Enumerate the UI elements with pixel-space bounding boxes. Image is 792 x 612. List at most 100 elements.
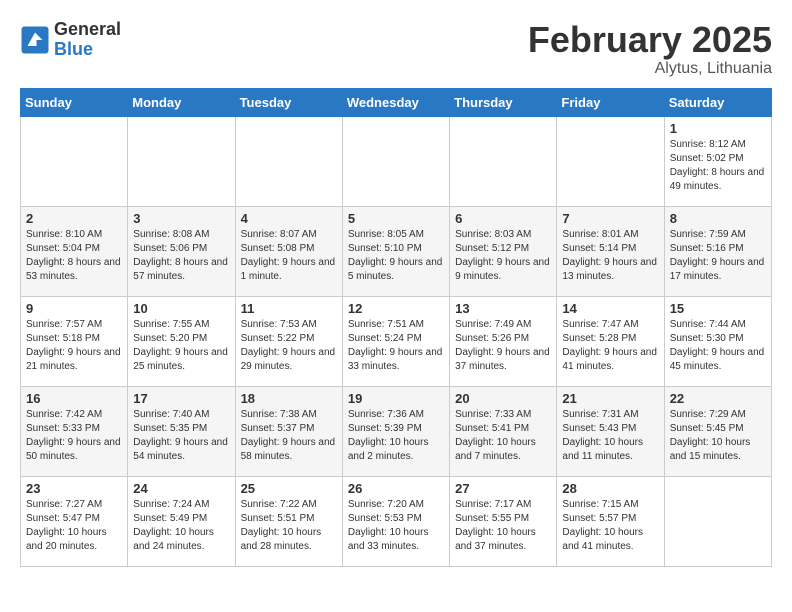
day-info: Sunrise: 8:03 AM Sunset: 5:12 PM Dayligh… <box>455 228 551 284</box>
day-number: 2 <box>26 211 122 226</box>
day-number: 20 <box>455 391 551 406</box>
day-number: 10 <box>133 301 229 316</box>
day-number: 18 <box>241 391 337 406</box>
header-friday: Friday <box>557 88 664 116</box>
day-info: Sunrise: 7:31 AM Sunset: 5:43 PM Dayligh… <box>562 408 658 464</box>
day-info: Sunrise: 7:57 AM Sunset: 5:18 PM Dayligh… <box>26 318 122 374</box>
day-number: 27 <box>455 481 551 496</box>
header-sunday: Sunday <box>21 88 128 116</box>
day-number: 21 <box>562 391 658 406</box>
table-row: 2 Sunrise: 8:10 AM Sunset: 5:04 PM Daylig… <box>21 206 128 296</box>
table-row: 12 Sunrise: 7:51 AM Sunset: 5:24 PM Dayli… <box>342 296 449 386</box>
logo-blue: Blue <box>54 40 121 60</box>
day-number: 24 <box>133 481 229 496</box>
logo: General Blue <box>20 20 121 60</box>
table-row: 13 Sunrise: 7:49 AM Sunset: 5:26 PM Dayli… <box>450 296 557 386</box>
day-number: 26 <box>348 481 444 496</box>
day-number: 5 <box>348 211 444 226</box>
table-row: 6 Sunrise: 8:03 AM Sunset: 5:12 PM Daylig… <box>450 206 557 296</box>
table-row: 7 Sunrise: 8:01 AM Sunset: 5:14 PM Daylig… <box>557 206 664 296</box>
day-info: Sunrise: 7:40 AM Sunset: 5:35 PM Dayligh… <box>133 408 229 464</box>
table-row: 14Sunrise: 7:47 AM Sunset: 5:28 PM Dayli… <box>557 296 664 386</box>
day-number: 9 <box>26 301 122 316</box>
calendar-header: Sunday Monday Tuesday Wednesday Thursday… <box>21 88 772 116</box>
table-row: 8 Sunrise: 7:59 AM Sunset: 5:16 PM Daylig… <box>664 206 771 296</box>
table-row: 16 Sunrise: 7:42 AM Sunset: 5:33 PM Dayli… <box>21 386 128 476</box>
day-info: Sunrise: 8:10 AM Sunset: 5:04 PM Dayligh… <box>26 228 122 284</box>
day-info: Sunrise: 7:51 AM Sunset: 5:24 PM Dayligh… <box>348 318 444 374</box>
table-row: 9 Sunrise: 7:57 AM Sunset: 5:18 PM Daylig… <box>21 296 128 386</box>
day-info: Sunrise: 7:47 AM Sunset: 5:28 PM Dayligh… <box>562 318 658 374</box>
table-row <box>235 116 342 206</box>
header-row: Sunday Monday Tuesday Wednesday Thursday… <box>21 88 772 116</box>
location: Alytus, Lithuania <box>528 60 772 78</box>
day-info: Sunrise: 7:17 AM Sunset: 5:55 PM Dayligh… <box>455 498 551 554</box>
table-row: 17 Sunrise: 7:40 AM Sunset: 5:35 PM Dayli… <box>128 386 235 476</box>
header-tuesday: Tuesday <box>235 88 342 116</box>
day-number: 28 <box>562 481 658 496</box>
day-info: Sunrise: 7:44 AM Sunset: 5:30 PM Dayligh… <box>670 318 766 374</box>
logo-general: General <box>54 20 121 40</box>
table-row <box>21 116 128 206</box>
day-info: Sunrise: 7:29 AM Sunset: 5:45 PM Dayligh… <box>670 408 766 464</box>
day-number: 12 <box>348 301 444 316</box>
day-info: Sunrise: 7:15 AM Sunset: 5:57 PM Dayligh… <box>562 498 658 554</box>
day-number: 22 <box>670 391 766 406</box>
header-monday: Monday <box>128 88 235 116</box>
day-info: Sunrise: 7:55 AM Sunset: 5:20 PM Dayligh… <box>133 318 229 374</box>
day-number: 16 <box>26 391 122 406</box>
day-info: Sunrise: 7:53 AM Sunset: 5:22 PM Dayligh… <box>241 318 337 374</box>
day-info: Sunrise: 7:49 AM Sunset: 5:26 PM Dayligh… <box>455 318 551 374</box>
day-number: 1 <box>670 121 766 136</box>
month-title: February 2025 <box>528 20 772 60</box>
day-info: Sunrise: 7:59 AM Sunset: 5:16 PM Dayligh… <box>670 228 766 284</box>
day-info: Sunrise: 8:08 AM Sunset: 5:06 PM Dayligh… <box>133 228 229 284</box>
day-info: Sunrise: 7:20 AM Sunset: 5:53 PM Dayligh… <box>348 498 444 554</box>
header-thursday: Thursday <box>450 88 557 116</box>
day-number: 25 <box>241 481 337 496</box>
table-row: 28 Sunrise: 7:15 AM Sunset: 5:57 PM Dayli… <box>557 476 664 566</box>
table-row: 1Sunrise: 8:12 AM Sunset: 5:02 PM Daylig… <box>664 116 771 206</box>
day-info: Sunrise: 8:01 AM Sunset: 5:14 PM Dayligh… <box>562 228 658 284</box>
day-number: 23 <box>26 481 122 496</box>
table-row: 5 Sunrise: 8:05 AM Sunset: 5:10 PM Daylig… <box>342 206 449 296</box>
day-number: 11 <box>241 301 337 316</box>
calendar-table: Sunday Monday Tuesday Wednesday Thursday… <box>20 88 772 567</box>
table-row: 23 Sunrise: 7:27 AM Sunset: 5:47 PM Dayli… <box>21 476 128 566</box>
table-row <box>450 116 557 206</box>
day-info: Sunrise: 8:07 AM Sunset: 5:08 PM Dayligh… <box>241 228 337 284</box>
logo-text: General Blue <box>54 20 121 60</box>
page-header: General Blue February 2025 Alytus, Lithu… <box>20 20 772 78</box>
title-block: February 2025 Alytus, Lithuania <box>528 20 772 78</box>
table-row: 24 Sunrise: 7:24 AM Sunset: 5:49 PM Dayli… <box>128 476 235 566</box>
day-number: 19 <box>348 391 444 406</box>
table-row: 20 Sunrise: 7:33 AM Sunset: 5:41 PM Dayli… <box>450 386 557 476</box>
day-number: 3 <box>133 211 229 226</box>
logo-icon <box>20 25 50 55</box>
table-row: 11 Sunrise: 7:53 AM Sunset: 5:22 PM Dayli… <box>235 296 342 386</box>
table-row: 27 Sunrise: 7:17 AM Sunset: 5:55 PM Dayli… <box>450 476 557 566</box>
header-saturday: Saturday <box>664 88 771 116</box>
day-info: Sunrise: 8:05 AM Sunset: 5:10 PM Dayligh… <box>348 228 444 284</box>
day-info: Sunrise: 7:36 AM Sunset: 5:39 PM Dayligh… <box>348 408 444 464</box>
table-row: 15 Sunrise: 7:44 AM Sunset: 5:30 PM Dayli… <box>664 296 771 386</box>
day-number: 6 <box>455 211 551 226</box>
day-number: 4 <box>241 211 337 226</box>
day-info: Sunrise: 7:33 AM Sunset: 5:41 PM Dayligh… <box>455 408 551 464</box>
day-info: Sunrise: 7:27 AM Sunset: 5:47 PM Dayligh… <box>26 498 122 554</box>
table-row <box>342 116 449 206</box>
table-row <box>128 116 235 206</box>
day-info: Sunrise: 7:42 AM Sunset: 5:33 PM Dayligh… <box>26 408 122 464</box>
day-info: Sunrise: 7:22 AM Sunset: 5:51 PM Dayligh… <box>241 498 337 554</box>
day-number: 7 <box>562 211 658 226</box>
table-row: 25 Sunrise: 7:22 AM Sunset: 5:51 PM Dayli… <box>235 476 342 566</box>
table-row <box>557 116 664 206</box>
table-row: 22 Sunrise: 7:29 AM Sunset: 5:45 PM Dayli… <box>664 386 771 476</box>
day-number: 8 <box>670 211 766 226</box>
day-number: 13 <box>455 301 551 316</box>
table-row: 3 Sunrise: 8:08 AM Sunset: 5:06 PM Daylig… <box>128 206 235 296</box>
table-row <box>664 476 771 566</box>
day-info: Sunrise: 7:24 AM Sunset: 5:49 PM Dayligh… <box>133 498 229 554</box>
day-number: 15 <box>670 301 766 316</box>
day-number: 17 <box>133 391 229 406</box>
